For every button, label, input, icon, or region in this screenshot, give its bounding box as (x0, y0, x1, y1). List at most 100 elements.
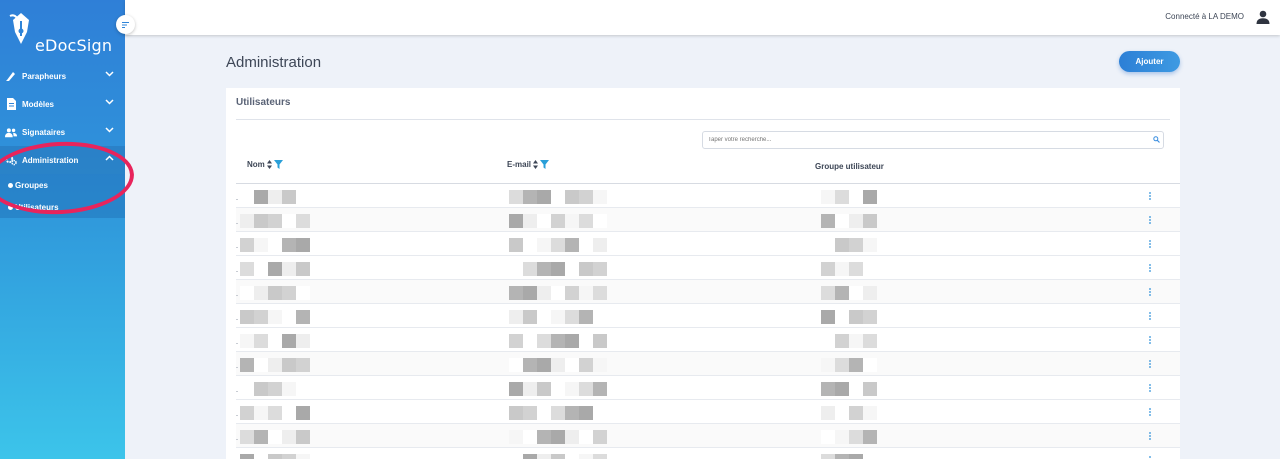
redaction-block (579, 286, 593, 300)
redaction-block (579, 190, 593, 204)
redaction-block (282, 238, 296, 252)
table-row[interactable] (236, 232, 1180, 256)
redaction-block (537, 358, 551, 372)
table-row[interactable] (236, 400, 1180, 424)
sidebar-item-parapheurs[interactable]: Parapheurs (0, 62, 125, 90)
column-header-label: Groupe utilisateur (815, 162, 884, 171)
row-actions-menu-icon[interactable] (1146, 381, 1154, 395)
redaction-block (579, 406, 593, 420)
redaction-block (835, 406, 849, 420)
sidebar-item-administration[interactable]: Administration (0, 146, 125, 174)
redaction-block (551, 406, 565, 420)
users-icon (5, 126, 17, 138)
row-actions-menu-icon[interactable] (1146, 213, 1154, 227)
filter-icon[interactable] (273, 160, 283, 169)
redaction-block (240, 406, 254, 420)
redacted-email-cell (509, 430, 607, 444)
redacted-name-cell (240, 430, 310, 444)
redaction-block (509, 286, 523, 300)
redaction-block (537, 190, 551, 204)
column-header-nom[interactable]: Nom (247, 160, 283, 169)
redacted-group-cell (821, 358, 877, 372)
redaction-block (551, 262, 565, 276)
table-row[interactable] (236, 328, 1180, 352)
row-actions-menu-icon[interactable] (1146, 357, 1154, 371)
filter-icon[interactable] (540, 160, 550, 169)
redacted-email-cell (509, 406, 607, 420)
sort-icon[interactable] (266, 160, 272, 169)
redaction-block (551, 430, 565, 444)
redaction-block (579, 382, 593, 396)
redaction-block (254, 430, 268, 444)
table-row[interactable] (236, 256, 1180, 280)
sort-icon[interactable] (533, 160, 539, 169)
sidebar-toggle-button[interactable] (116, 15, 135, 34)
row-actions-menu-icon[interactable] (1146, 429, 1154, 443)
search-icon[interactable] (1153, 136, 1160, 143)
table-row[interactable] (236, 208, 1180, 232)
table-row[interactable] (236, 184, 1180, 208)
redaction-block (579, 262, 593, 276)
redaction-block (537, 454, 551, 459)
sidebar-subitem-groupes[interactable]: Groupes (0, 174, 125, 196)
sidebar-subitem-utilisateurs[interactable]: Utilisateurs (0, 196, 125, 218)
table-row[interactable] (236, 352, 1180, 376)
redaction-block (863, 286, 877, 300)
redaction-block (835, 334, 849, 348)
redaction-block (579, 238, 593, 252)
row-marker (236, 199, 238, 200)
table-row[interactable] (236, 424, 1180, 448)
redaction-block (849, 286, 863, 300)
redaction-block (593, 454, 607, 459)
sidebar-item-label: Signataires (22, 127, 66, 137)
redaction-block (849, 334, 863, 348)
signature-pen-icon (5, 70, 17, 82)
row-actions-menu-icon[interactable] (1146, 453, 1154, 459)
row-actions-menu-icon[interactable] (1146, 309, 1154, 323)
redaction-block (849, 214, 863, 228)
redaction-block (835, 382, 849, 396)
column-header-email[interactable]: E-mail (507, 160, 550, 169)
table-row[interactable] (236, 304, 1180, 328)
sidebar-item-modeles[interactable]: Modèles (0, 90, 125, 118)
redaction-block (551, 454, 565, 459)
redaction-block (565, 214, 579, 228)
bullet-icon (8, 204, 13, 210)
connected-label: Connecté à LA DEMO (1165, 12, 1244, 21)
redacted-email-cell (509, 454, 607, 459)
sidebar-subitem-label: Groupes (15, 180, 48, 190)
table-row[interactable] (236, 448, 1180, 459)
redaction-block (821, 406, 835, 420)
row-actions-menu-icon[interactable] (1146, 189, 1154, 203)
redaction-block (863, 310, 877, 324)
add-button[interactable]: Ajouter (1119, 51, 1180, 72)
redaction-block (282, 358, 296, 372)
redaction-block (835, 430, 849, 444)
row-actions-menu-icon[interactable] (1146, 237, 1154, 251)
table-row[interactable] (236, 280, 1180, 304)
redaction-block (296, 190, 310, 204)
redaction-block (240, 262, 254, 276)
row-actions-menu-icon[interactable] (1146, 405, 1154, 419)
redacted-name-cell (240, 334, 310, 348)
chevron-down-icon (105, 99, 114, 105)
app-logo[interactable]: eDocSign (6, 12, 126, 62)
redacted-name-cell (240, 406, 310, 420)
redaction-block (296, 286, 310, 300)
redaction-block (593, 286, 607, 300)
redaction-block (593, 406, 607, 420)
redaction-block (254, 262, 268, 276)
redaction-block (863, 238, 877, 252)
redacted-email-cell (509, 310, 607, 324)
sidebar-item-label: Modèles (22, 99, 55, 109)
redacted-group-cell (821, 454, 877, 459)
search-input[interactable] (702, 131, 1164, 149)
table-row[interactable] (236, 376, 1180, 400)
user-icon[interactable] (1256, 10, 1270, 24)
row-actions-menu-icon[interactable] (1146, 333, 1154, 347)
sidebar-item-signataires[interactable]: Signataires (0, 118, 125, 146)
row-actions-menu-icon[interactable] (1146, 285, 1154, 299)
redaction-block (282, 310, 296, 324)
row-actions-menu-icon[interactable] (1146, 261, 1154, 275)
redaction-block (551, 238, 565, 252)
